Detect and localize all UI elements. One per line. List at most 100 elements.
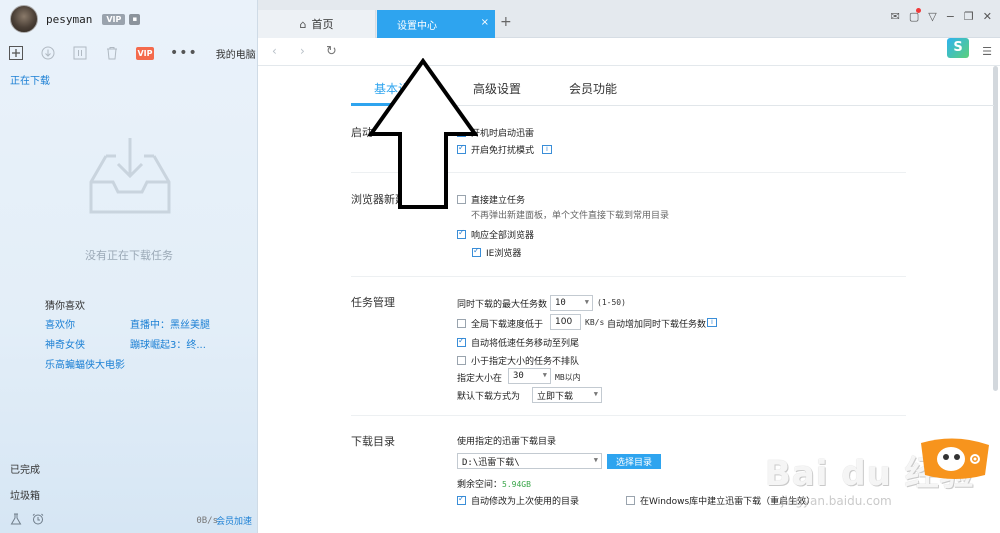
delete-icon[interactable] [104,45,120,61]
chevron-down-icon: ▼ [593,456,598,464]
size-select[interactable]: 30 ▼ [508,368,551,384]
tab-settings-label: 设置中心 [397,20,437,32]
info-icon[interactable]: i [542,145,553,154]
info-icon[interactable]: i [707,318,717,327]
hamburger-menu-icon[interactable]: ☰ [982,45,992,58]
baidu-mascot-icon [921,438,989,479]
option-low-speed[interactable]: 全局下载速度低于 [457,317,543,330]
minimize-icon[interactable]: − [946,10,955,23]
option-label: 自动将低速任务移动至列尾 [471,339,580,349]
hint-direct-task: 不再弹出新建面板，单个文件直接下载到常用目录 [471,211,670,221]
alarm-clock-icon[interactable] [32,513,44,528]
guess-title: 猜你喜欢 [45,301,85,312]
select-value: 立即下载 [537,391,574,402]
free-space: 剩余空间：5.94GB [457,477,531,490]
download-mode-select[interactable]: 立即下载 ▼ [532,387,602,403]
guess-item[interactable]: 乐高蝙蝠侠大电影 [45,356,125,371]
low-speed-input[interactable]: 100 [550,314,581,330]
tab-home[interactable]: ⌂ 首页 [258,10,376,38]
option-auto-change-dir[interactable]: 自动修改为上次使用的目录 [457,494,579,507]
add-tab-icon[interactable]: + [500,14,512,30]
thunder-logo-icon[interactable]: S [947,38,969,58]
start-download-icon[interactable] [40,45,56,61]
close-window-icon[interactable]: ✕ [983,10,992,23]
vip-icon[interactable]: VIP [136,46,154,60]
tab-member-features[interactable]: 会员功能 [569,80,617,97]
tab-bar: ⌂ 首页 设置中心 × + ✉ ▢ ▽ − ❐ ✕ [258,0,1000,38]
section-task-management: 任务管理 [351,296,395,309]
checkbox[interactable] [472,246,481,257]
max-tasks-label: 同时下载的最大任务数 [457,300,548,310]
my-computer-dropdown[interactable]: 我的电脑 [216,46,256,61]
mail-icon[interactable]: ✉ [891,10,900,23]
option-label: 小于指定大小的任务不排队 [471,357,580,367]
guess-item[interactable]: 蹦球崛起3：终... [130,336,206,351]
checkbox[interactable] [457,494,466,505]
tab-home-label: 首页 [311,18,334,31]
guess-item[interactable]: 直播中：黑丝美腿 [130,316,210,331]
dir-path-select[interactable]: D:\迅雷下载\ ▼ [457,453,602,469]
checkbox[interactable] [457,228,466,239]
empty-inbox-icon [89,138,171,214]
chevron-down-icon: ▼ [593,390,598,398]
choose-dir-button[interactable]: 选择目录 [607,454,661,469]
max-tasks-select[interactable]: 10 ▼ [550,295,593,311]
option-small-task[interactable]: 小于指定大小的任务不排队 [457,354,579,367]
empty-message: 没有正在下载任务 [85,249,173,262]
accelerate-link[interactable]: 会员加速 [216,514,252,527]
download-mode-label: 默认下载方式为 [457,392,521,402]
guess-item[interactable]: 喜欢你 [45,316,75,331]
restore-icon[interactable]: ❐ [964,10,974,23]
notification-dot [916,8,922,13]
select-value: D:\迅雷下载\ [462,457,520,468]
completed-category[interactable]: 已完成 [10,461,40,476]
divider [351,415,906,416]
scrollbar[interactable] [993,66,998,391]
checkbox[interactable] [457,356,466,365]
option-ie-browser[interactable]: IE浏览器 [472,246,521,259]
checkbox[interactable] [457,336,466,347]
free-space-value: 5.94GB [502,480,531,489]
option-label: 开机时启动迅雷 [471,129,535,139]
left-footer: 0B/s 会员加速 [0,508,258,533]
skin-icon[interactable]: ▢ [909,8,922,23]
refresh-icon[interactable]: ↻ [326,44,337,59]
chevron-down-icon: ▼ [584,298,589,306]
download-toolbar: VIP ••• 我的电脑 [0,40,258,66]
tab-settings[interactable]: 设置中心 × [377,10,495,38]
dir-label: 使用指定的迅雷下载目录 [457,437,557,447]
select-value: 30 [513,371,524,381]
menu-dropdown-icon[interactable]: ▽ [928,10,936,23]
vip-badge[interactable]: VIP [102,13,126,25]
size-label: 指定大小在 [457,374,503,384]
forward-icon[interactable]: › [300,44,305,58]
downloading-category[interactable]: 正在下载 [10,72,50,87]
level-badge[interactable]: ▪ [129,13,141,25]
my-computer-label: 我的电脑 [215,49,256,61]
back-icon[interactable]: ‹ [272,44,277,58]
avatar[interactable] [10,5,38,33]
guess-item[interactable]: 神奇女侠 [45,336,85,351]
username[interactable]: pesyman [46,13,92,26]
close-tab-icon[interactable]: × [481,17,489,28]
option-auto-move[interactable]: 自动将低速任务移动至列尾 [457,336,579,349]
annotation-arrow-icon [368,58,478,209]
more-icon[interactable]: ••• [170,45,198,61]
option-label: IE浏览器 [486,249,522,259]
checkbox[interactable] [626,496,635,505]
tab-advanced-settings[interactable]: 高级设置 [473,80,521,97]
pause-icon[interactable] [72,45,88,61]
trash-category[interactable]: 垃圾箱 [10,487,40,502]
new-task-icon[interactable] [8,45,24,61]
divider [351,276,906,277]
user-bar: pesyman VIP ▪ [0,0,258,38]
checkbox[interactable] [457,319,466,328]
baidu-watermark: Bai du 经验 jingyan.baidu.com [755,438,1000,533]
free-space-label: 剩余空间： [457,480,503,490]
max-tasks-range: (1-50) [597,298,626,307]
option-all-browsers[interactable]: 响应全部浏览器 [457,228,534,241]
watermark-url: jingyan.baidu.com [781,494,892,508]
home-icon: ⌂ [299,17,307,31]
flask-icon[interactable] [10,513,22,528]
option-label: 开启免打扰模式 [471,146,535,156]
